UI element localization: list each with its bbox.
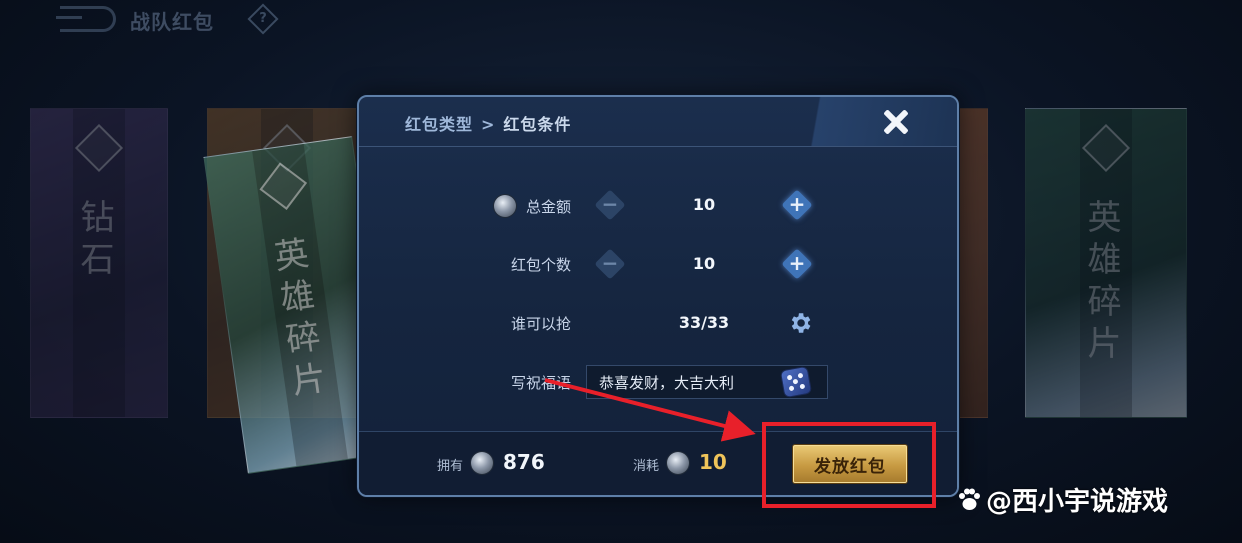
breadcrumb-step-conditions: 红包条件 bbox=[503, 115, 572, 134]
envelope-hero-fragment-right[interactable]: 英雄碎片 bbox=[1025, 108, 1187, 418]
packet-count-plus-button[interactable]: + bbox=[782, 249, 812, 279]
owned-value: 876 bbox=[503, 450, 545, 474]
packet-count-value: 10 bbox=[692, 254, 716, 273]
help-symbol: ? bbox=[259, 11, 267, 26]
packet-count-label: 红包个数 bbox=[510, 256, 571, 274]
cost-label: 消耗 bbox=[633, 459, 660, 474]
coin-icon bbox=[493, 195, 516, 217]
page-title: 战队红包 bbox=[130, 10, 214, 34]
who-can-grab-value: 33/33 bbox=[678, 313, 730, 332]
watermark: @西小宇说游戏 bbox=[956, 481, 1168, 518]
plus-icon: + bbox=[788, 192, 806, 216]
watermark-text: @西小宇说游戏 bbox=[986, 487, 1169, 517]
dice-icon[interactable] bbox=[780, 366, 812, 398]
row-packet-count: 红包个数 − 10 + bbox=[359, 247, 957, 281]
dialog-header: 红包类型 > 红包条件 bbox=[359, 97, 957, 147]
minus-icon: − bbox=[601, 251, 619, 275]
help-icon[interactable]: ? bbox=[247, 3, 279, 35]
top-bar: 战队红包 ? bbox=[0, 0, 1242, 40]
dice-pip bbox=[792, 378, 799, 385]
who-can-grab-label: 谁可以抢 bbox=[510, 315, 571, 333]
total-amount-value: 10 bbox=[692, 195, 716, 214]
envelope-text: 英雄碎片 bbox=[1081, 199, 1121, 367]
paw-icon bbox=[959, 488, 980, 510]
close-icon[interactable] bbox=[879, 105, 913, 139]
packet-count-minus-button[interactable]: − bbox=[595, 249, 625, 279]
highlight-box bbox=[762, 422, 936, 508]
breadcrumb: 红包类型 > 红包条件 bbox=[405, 111, 571, 135]
row-blessing: 写祝福语 bbox=[359, 365, 957, 399]
dice-pip bbox=[799, 383, 806, 390]
coin-icon bbox=[667, 452, 689, 474]
blessing-label: 写祝福语 bbox=[510, 374, 571, 392]
cost-value: 10 bbox=[699, 450, 727, 474]
dice-pip bbox=[788, 385, 795, 392]
back-icon[interactable] bbox=[56, 6, 116, 32]
gear-icon[interactable] bbox=[787, 310, 813, 336]
owned-label: 拥有 bbox=[437, 459, 464, 474]
plus-icon: + bbox=[788, 251, 806, 275]
envelope-diamond[interactable]: 钻石 bbox=[30, 108, 168, 418]
total-amount-label-text: 总金额 bbox=[525, 198, 571, 216]
row-total-amount: 总金额 − 10 + bbox=[359, 188, 957, 222]
envelope-text: 钻石 bbox=[74, 199, 114, 283]
breadcrumb-separator: > bbox=[481, 115, 496, 134]
coin-icon bbox=[471, 452, 493, 474]
header-decoration bbox=[787, 97, 957, 146]
dice-pip bbox=[797, 372, 804, 379]
dice-pip bbox=[786, 374, 793, 381]
minus-icon: − bbox=[601, 192, 619, 216]
total-amount-minus-button[interactable]: − bbox=[595, 190, 625, 220]
total-amount-plus-button[interactable]: + bbox=[782, 190, 812, 220]
row-who-can-grab: 谁可以抢 33/33 bbox=[359, 306, 957, 340]
total-amount-label: 总金额 bbox=[493, 195, 571, 217]
breadcrumb-step-type[interactable]: 红包类型 bbox=[405, 115, 473, 134]
